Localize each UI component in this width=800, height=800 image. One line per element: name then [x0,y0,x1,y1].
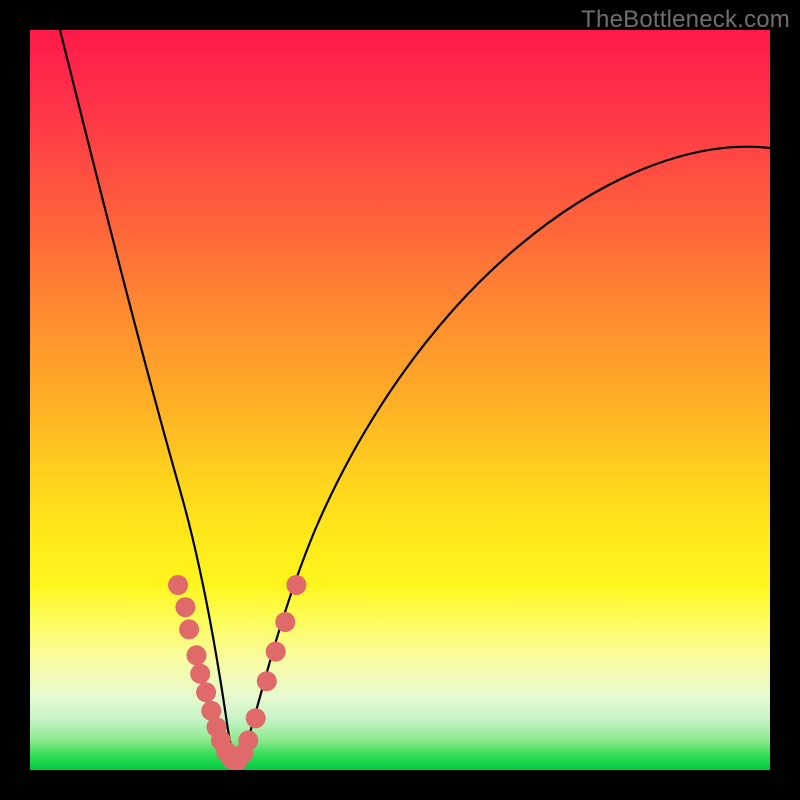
marker-dot [238,730,258,750]
curve-left-branch [60,30,237,765]
marker-dot [175,597,195,617]
marker-dot [275,612,295,632]
marker-dot [266,642,286,662]
marker-dot [179,619,199,639]
marker-dot [187,645,207,665]
watermark-text: TheBottleneck.com [581,6,790,34]
marker-dot [196,682,216,702]
marker-dot [190,664,210,684]
curve-right-branch [237,147,770,765]
chart-frame: TheBottleneck.com [0,0,800,800]
marker-dot [168,575,188,595]
marker-dot [257,671,277,691]
marker-group [168,575,306,770]
chart-svg [30,30,770,770]
marker-dot [246,708,266,728]
curve-group [60,30,770,765]
chart-plot-area [30,30,770,770]
marker-dot [286,575,306,595]
